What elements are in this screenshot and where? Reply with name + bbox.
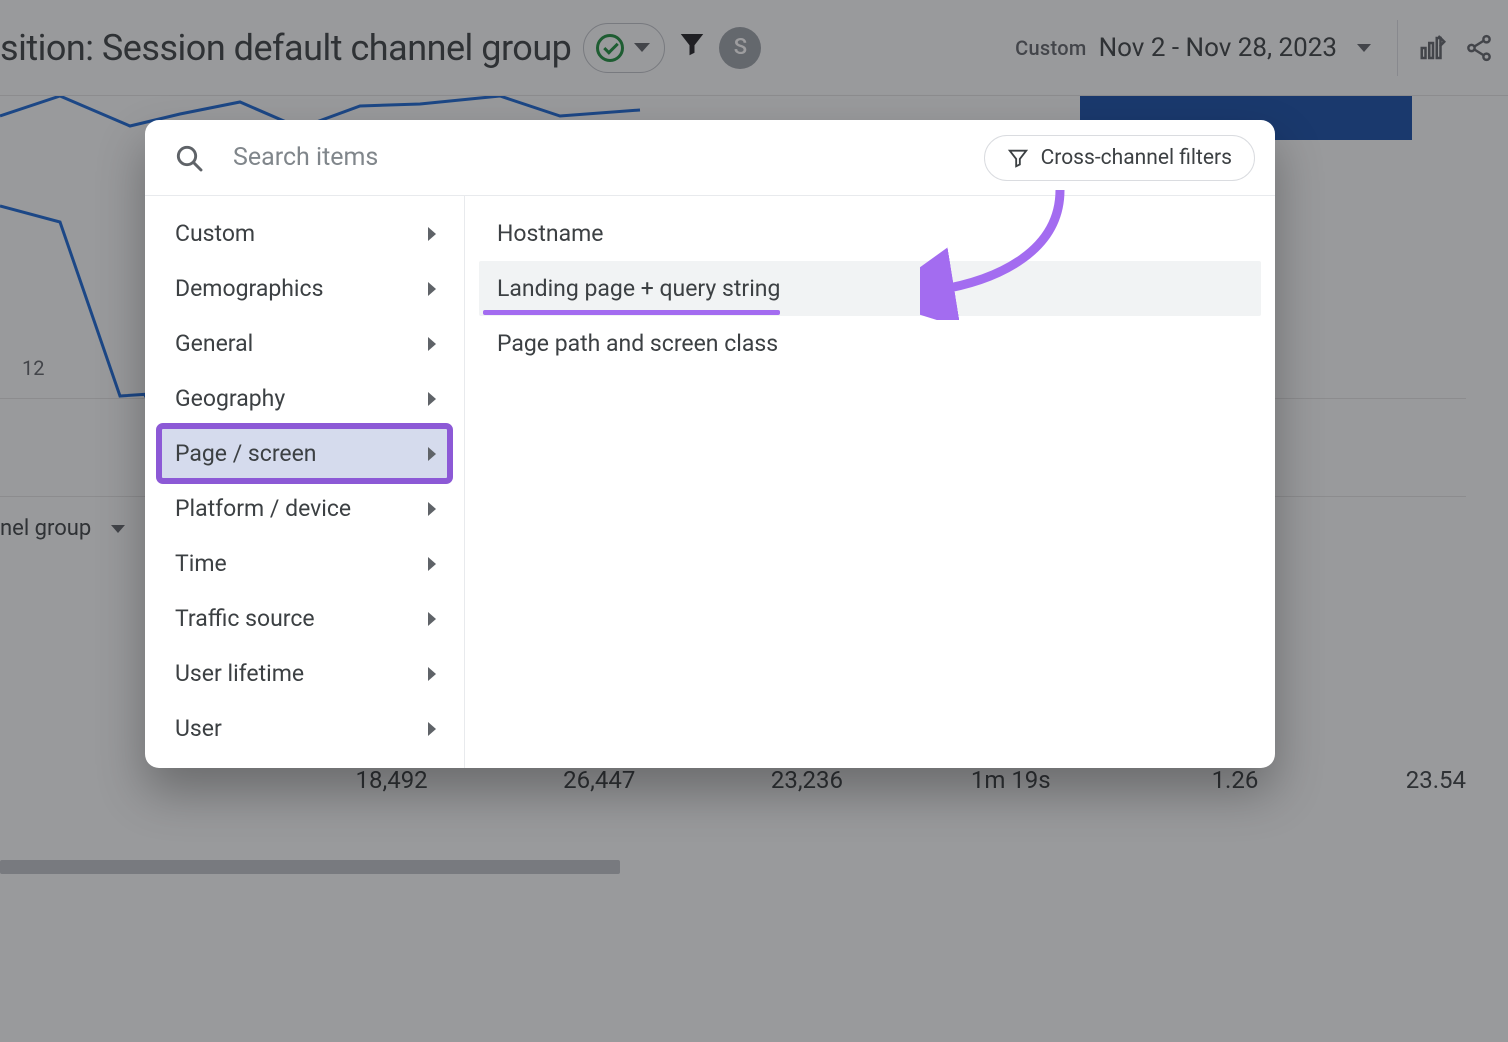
chevron-right-icon: [428, 337, 436, 351]
filter-icon: [1007, 147, 1029, 169]
category-item[interactable]: Traffic source: [159, 591, 450, 646]
category-item-label: General: [175, 330, 253, 357]
category-item-label: Geography: [175, 385, 285, 412]
category-item-label: User: [175, 715, 222, 742]
option-item[interactable]: Hostname: [479, 206, 1261, 261]
option-item[interactable]: Landing page + query string: [479, 261, 1261, 316]
dimension-picker-modal: Cross-channel filters Custom Demographics…: [145, 120, 1275, 768]
category-item-label: Custom: [175, 220, 255, 247]
chevron-right-icon: [428, 447, 436, 461]
category-item[interactable]: Platform / device: [159, 481, 450, 536]
category-item[interactable]: Time: [159, 536, 450, 591]
chevron-right-icon: [428, 722, 436, 736]
option-item[interactable]: Page path and screen class: [479, 316, 1261, 371]
category-item-label: Traffic source: [175, 605, 315, 632]
category-item[interactable]: Demographics: [159, 261, 450, 316]
category-item-label: Time: [175, 550, 227, 577]
modal-search-row: Cross-channel filters: [145, 120, 1275, 196]
option-column: HostnameLanding page + query stringPage …: [465, 196, 1275, 768]
chevron-right-icon: [428, 282, 436, 296]
category-item-label: Demographics: [175, 275, 323, 302]
chevron-right-icon: [428, 667, 436, 681]
chevron-right-icon: [428, 502, 436, 516]
category-item[interactable]: Geography: [159, 371, 450, 426]
category-item-label: User lifetime: [175, 660, 304, 687]
category-item[interactable]: User: [159, 701, 450, 756]
category-item-label: Platform / device: [175, 495, 351, 522]
search-icon: [173, 142, 205, 174]
chevron-right-icon: [428, 557, 436, 571]
search-input[interactable]: [233, 143, 956, 172]
chevron-right-icon: [428, 612, 436, 626]
category-item[interactable]: Page / screen: [159, 426, 450, 481]
category-item[interactable]: General: [159, 316, 450, 371]
category-item-label: Page / screen: [175, 440, 317, 467]
chevron-right-icon: [428, 227, 436, 241]
cross-channel-filters-label: Cross-channel filters: [1041, 146, 1232, 170]
category-column: Custom Demographics General Geography Page /…: [145, 196, 465, 768]
cross-channel-filters-button[interactable]: Cross-channel filters: [984, 135, 1255, 181]
category-item[interactable]: User lifetime: [159, 646, 450, 701]
annotation-underline: [483, 310, 780, 315]
chevron-right-icon: [428, 392, 436, 406]
category-item[interactable]: Custom: [159, 206, 450, 261]
